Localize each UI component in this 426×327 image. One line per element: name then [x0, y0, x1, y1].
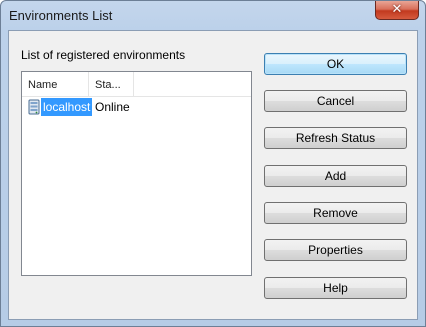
help-button[interactable]: Help — [264, 277, 407, 299]
environments-list-label: List of registered environments — [21, 48, 186, 62]
server-icon — [28, 99, 40, 115]
title-bar[interactable]: Environments List ✕ — [1, 1, 425, 29]
ok-button[interactable]: OK — [264, 53, 407, 75]
environments-list-dialog: Environments List ✕ List of registered e… — [0, 0, 426, 327]
refresh-status-button[interactable]: Refresh Status — [264, 127, 407, 149]
environment-name: localhost — [41, 98, 93, 116]
list-item[interactable]: localhost Online — [22, 98, 251, 116]
window-title: Environments List — [9, 8, 113, 23]
environments-listview[interactable]: Name Sta... localhost Online — [21, 71, 252, 276]
environment-status: Online — [95, 100, 130, 114]
listview-header: Name Sta... — [22, 72, 251, 97]
close-button[interactable]: ✕ — [375, 1, 419, 20]
close-icon: ✕ — [391, 2, 403, 17]
cancel-button[interactable]: Cancel — [264, 90, 407, 112]
add-button[interactable]: Add — [264, 165, 407, 187]
properties-button[interactable]: Properties — [264, 239, 407, 261]
remove-button[interactable]: Remove — [264, 202, 407, 224]
column-header-name[interactable]: Name — [22, 72, 89, 96]
dialog-client-area: List of registered environments Name Sta… — [8, 30, 418, 320]
column-header-status[interactable]: Sta... — [89, 72, 134, 96]
